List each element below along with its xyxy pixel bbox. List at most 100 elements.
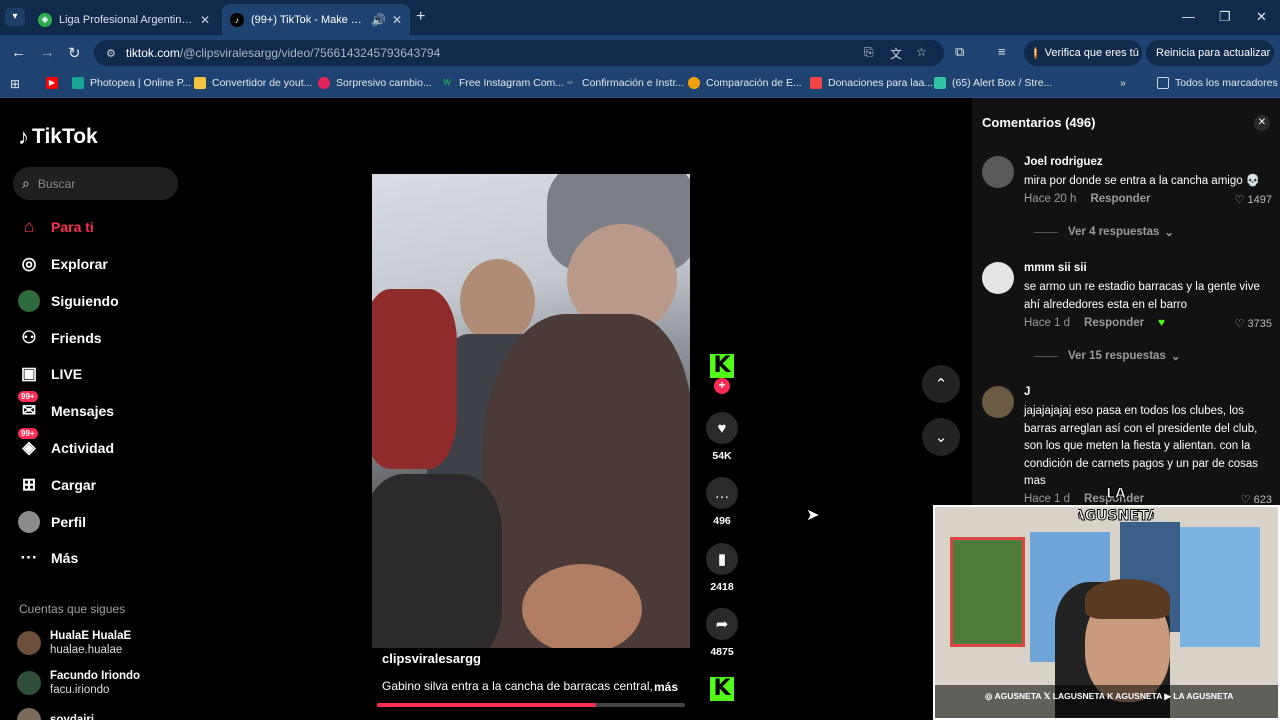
forward-icon[interactable]: → [40, 44, 55, 61]
divider [1034, 355, 1058, 357]
previous-video-button[interactable]: ⌃ [922, 365, 960, 403]
save-button[interactable]: ▮ 2418 [706, 543, 738, 593]
address-bar[interactable]: ⚙ tiktok.com /@clipsviralesargg/video/75… [94, 40, 944, 66]
comment-user[interactable]: J [1024, 386, 1030, 398]
nav-label: Cargar [51, 477, 97, 493]
nav-label: Perfil [51, 514, 87, 530]
bookmark-item[interactable]: (65) Alert Box / Stre... [934, 77, 1052, 89]
alert-icon: ! [1034, 47, 1037, 59]
nav-live[interactable]: ▣ LIVE [18, 361, 82, 387]
verify-button[interactable]: ! Verifica que eres tú [1024, 40, 1142, 66]
reload-icon[interactable]: ↻ [68, 44, 81, 62]
url-host: tiktok.com [125, 46, 180, 60]
tiktok-logo[interactable]: ♪ TikTok [18, 124, 98, 150]
next-video-button[interactable]: ⌄ [922, 418, 960, 456]
nav-cargar[interactable]: ⊞ Cargar [18, 472, 96, 498]
messages-icon: ✉ 99+ [18, 391, 40, 422]
bookmark-label: Convertidor de yout... [212, 77, 313, 89]
comment-meta: Hace 1 d Responder ♥ [1024, 317, 1165, 329]
avatar[interactable] [982, 156, 1014, 188]
close-window-icon[interactable]: ✕ [1256, 9, 1267, 25]
share-button[interactable]: ➦ 4875 [706, 608, 738, 658]
video-author[interactable]: clipsviralesargg [382, 651, 481, 666]
close-tab-icon[interactable]: ✕ [200, 13, 210, 27]
url-path: /@clipsviralesargg/video/756614324579364… [179, 46, 441, 60]
followed-account[interactable]: Facundo Iriondo facu.iriondo [17, 669, 140, 697]
install-app-icon[interactable]: ⎘ [864, 45, 874, 60]
bookmark-item[interactable]: ∞ Confirmación e Instr... [564, 77, 684, 89]
nav-perfil[interactable]: Perfil [18, 509, 86, 535]
bookmark-item[interactable]: Sorpresivo cambio... [318, 77, 432, 89]
comment-user[interactable]: mmm sii sii [1024, 262, 1087, 274]
close-comments-button[interactable]: ✕ [1254, 115, 1270, 131]
nav-label: Siguiendo [51, 293, 119, 309]
nav-explorar[interactable]: ◎ Explorar [18, 251, 108, 277]
search-input[interactable]: ⌕ Buscar [13, 167, 178, 200]
video-frame-figure [372, 474, 502, 648]
back-icon[interactable]: ← [11, 44, 26, 61]
new-tab-button[interactable]: + [416, 8, 425, 26]
browser-tab-liga[interactable]: ◆ Liga Profesional Argentina - PO ✕ [30, 4, 218, 35]
followed-account[interactable]: soydairi [17, 708, 94, 720]
browser-tab-tiktok[interactable]: ♪ (99+) TikTok - Make Your Da 🔊 ✕ [222, 4, 410, 35]
view-replies-button[interactable]: Ver 15 respuestas ⌄ [1034, 349, 1180, 363]
comment-user[interactable]: Joel rodriguez [1024, 156, 1103, 168]
close-tab-icon[interactable]: ✕ [392, 13, 402, 27]
like-button[interactable]: ♥ 54K [706, 412, 738, 462]
extensions-icon[interactable]: ⧉ [955, 44, 964, 60]
site-info-icon[interactable]: ⚙ [106, 47, 116, 60]
minimize-icon[interactable]: — [1182, 9, 1195, 24]
follow-plus-button[interactable]: + [714, 378, 730, 394]
comment-count: 496 [713, 515, 731, 527]
comment-time: Hace 1 d [1024, 493, 1071, 505]
comments-title: Comentarios (496) [982, 115, 1096, 130]
avatar [17, 708, 41, 720]
nav-siguiendo[interactable]: Siguiendo [18, 288, 119, 314]
video-progress-bar[interactable] [377, 703, 685, 707]
youtube-bookmark[interactable]: ▶ [46, 77, 64, 89]
bookmark-label: (65) Alert Box / Stre... [952, 77, 1053, 89]
comment-time: Hace 20 h [1024, 193, 1077, 205]
all-bookmarks-button[interactable]: Todos los marcadores [1157, 77, 1278, 89]
video-player[interactable] [372, 174, 690, 648]
translate-icon[interactable]: 文 [890, 45, 902, 62]
tab-title: (99+) TikTok - Make Your Da [251, 13, 365, 26]
bookmark-item[interactable]: Donaciones para laa... [810, 77, 933, 89]
reply-button[interactable]: Responder [1084, 317, 1144, 329]
reply-button[interactable]: Responder [1090, 193, 1150, 205]
restart-update-button[interactable]: Reinicia para actualizar ⋮ [1146, 40, 1280, 66]
more-button[interactable]: más [654, 680, 678, 694]
nav-para-ti[interactable]: ⌂ Para ti [18, 214, 94, 240]
followed-account[interactable]: HualaE HualaE hualae.hualae [17, 629, 131, 657]
nav-actividad[interactable]: ◈ 99+ Actividad [18, 428, 114, 461]
comment-like-button[interactable]: ♡ 3735 [1235, 317, 1272, 330]
nav-friends[interactable]: ⚇ Friends [18, 325, 101, 351]
bookmark-favicon-icon [934, 77, 946, 89]
bookmark-item[interactable]: Photopea | Online P... [72, 77, 191, 89]
bookmark-favicon-icon: W [443, 78, 451, 87]
tab-search-button[interactable]: ▾ [5, 8, 25, 26]
kick-logo-icon: K [710, 677, 734, 701]
liga-favicon-icon: ◆ [38, 12, 52, 27]
media-control-icon[interactable]: ≡ [998, 44, 1006, 59]
following-section-title: Cuentas que sigues [19, 602, 126, 616]
comment-button[interactable]: … 496 [706, 477, 738, 527]
avatar[interactable] [982, 262, 1014, 294]
chevron-down-icon: ⌄ [934, 429, 948, 446]
wall-poster [1180, 527, 1260, 647]
nav-mas[interactable]: ··· Más [18, 545, 79, 571]
bookmark-star-icon[interactable]: ☆ [916, 45, 927, 59]
comment-like-button[interactable]: ♡ 1497 [1235, 193, 1272, 206]
restore-icon[interactable]: ❐ [1219, 9, 1231, 25]
more-bookmarks-icon[interactable]: » [1120, 77, 1126, 89]
bookmark-item[interactable]: Comparación de E... [688, 77, 802, 89]
nav-mensajes[interactable]: ✉ 99+ Mensajes [18, 391, 114, 424]
apps-grid-icon[interactable]: ⊞ [10, 77, 20, 91]
avatar[interactable] [982, 386, 1014, 418]
bookmarks-bar: ⊞ ▶ Photopea | Online P... Convertidor d… [0, 71, 1280, 98]
audio-icon[interactable]: 🔊 [371, 13, 386, 27]
bookmark-item[interactable]: Convertidor de yout... [194, 77, 312, 89]
comment-time: Hace 1 d [1024, 317, 1071, 329]
view-replies-button[interactable]: Ver 4 respuestas ⌄ [1034, 225, 1174, 239]
bookmark-item[interactable]: W Free Instagram Com... [441, 77, 564, 89]
